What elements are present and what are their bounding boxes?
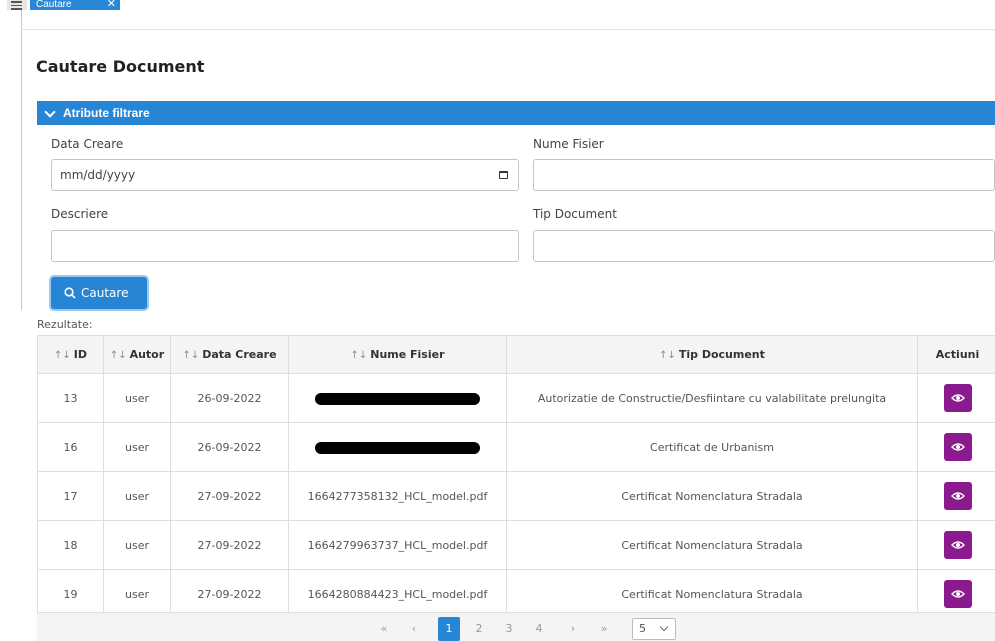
calendar-icon[interactable] <box>499 171 508 179</box>
sort-icon: ↑↓ <box>109 350 127 361</box>
descriere-label: Descriere <box>51 207 109 221</box>
column-header-data-creare[interactable]: ↑↓ Data Creare <box>170 335 289 374</box>
table-row: 16 user 26-09-2022 Certificat de Urbanis… <box>37 422 995 472</box>
cell-tip-document: Certificat de Urbanism <box>506 422 918 472</box>
filter-panel-header[interactable]: Atribute filtrare <box>37 101 995 125</box>
cell-tip-document: Certificat Nomenclatura Stradala <box>506 520 918 570</box>
tip-document-label: Tip Document <box>533 207 617 221</box>
page-1-button[interactable]: 1 <box>438 617 460 641</box>
close-icon[interactable]: ✕ <box>107 0 116 10</box>
eye-icon <box>950 443 965 451</box>
cell-actiuni <box>917 422 995 472</box>
column-header-actiuni: Actiuni <box>917 335 995 374</box>
search-button[interactable]: Cautare <box>51 277 147 309</box>
cell-actiuni <box>917 520 995 570</box>
view-button[interactable] <box>943 580 972 608</box>
eye-icon <box>950 394 965 402</box>
chevron-down-icon <box>659 622 669 632</box>
next-page-button[interactable]: › <box>562 622 584 635</box>
column-header-nume-fisier[interactable]: ↑↓ Nume Fisier <box>288 335 507 374</box>
sort-icon: ↑↓ <box>350 350 368 361</box>
view-button[interactable] <box>943 531 972 559</box>
redacted-filename <box>315 441 480 454</box>
tab-label: Cautare <box>36 0 72 10</box>
page-4-button[interactable]: 4 <box>528 622 550 635</box>
cell-tip-document: Autorizatie de Constructie/Desfiintare c… <box>506 373 918 423</box>
page-2-button[interactable]: 2 <box>468 622 490 635</box>
rows-per-page-select[interactable]: 5 <box>632 618 676 640</box>
nume-fisier-label: Nume Fisier <box>533 137 604 151</box>
cell-autor: user <box>103 373 171 423</box>
frame-divider <box>21 29 995 30</box>
cell-data-creare: 27-09-2022 <box>170 471 289 521</box>
descriere-input[interactable] <box>51 230 519 262</box>
view-button[interactable] <box>943 384 972 412</box>
cell-nume-fisier <box>288 373 507 423</box>
table-row: 13 user 26-09-2022 Autorizatie de Constr… <box>37 373 995 423</box>
chevron-down-icon <box>44 106 56 118</box>
sort-icon: ↑↓ <box>54 350 71 361</box>
view-button[interactable] <box>943 482 972 510</box>
last-page-button[interactable]: » <box>593 622 615 635</box>
cell-id: 18 <box>37 520 104 570</box>
cell-id: 16 <box>37 422 104 472</box>
results-label: Rezultate: <box>37 318 93 331</box>
cell-nume-fisier: 1664277358132_HCL_model.pdf <box>288 471 507 521</box>
column-header-tip-document[interactable]: ↑↓ Tip Document <box>506 335 918 374</box>
page-3-button[interactable]: 3 <box>498 622 520 635</box>
eye-icon <box>950 492 965 500</box>
cell-data-creare: 26-09-2022 <box>170 373 289 423</box>
redacted-filename <box>315 392 480 405</box>
cell-autor: user <box>103 520 171 570</box>
eye-icon <box>950 590 965 598</box>
first-page-button[interactable]: « <box>373 622 395 635</box>
filter-panel-title: Atribute filtrare <box>63 106 150 120</box>
rows-per-page-value: 5 <box>639 622 646 635</box>
cell-autor: user <box>103 422 171 472</box>
cell-data-creare: 27-09-2022 <box>170 520 289 570</box>
tab-bar: Cautare ✕ <box>0 0 995 10</box>
cell-id: 17 <box>37 471 104 521</box>
cell-nume-fisier <box>288 422 507 472</box>
data-creare-label: Data Creare <box>51 137 124 151</box>
cell-autor: user <box>103 471 171 521</box>
sort-icon: ↑↓ <box>182 350 200 361</box>
page-title: Cautare Document <box>36 57 205 76</box>
cell-tip-document: Certificat Nomenclatura Stradala <box>506 471 918 521</box>
view-button[interactable] <box>943 433 972 461</box>
sort-icon: ↑↓ <box>659 350 676 361</box>
nume-fisier-input[interactable] <box>533 159 995 191</box>
prev-page-button[interactable]: ‹ <box>403 622 425 635</box>
search-button-label: Cautare <box>81 286 129 300</box>
table-row: 17 user 27-09-2022 1664277358132_HCL_mod… <box>37 471 995 521</box>
column-header-autor[interactable]: ↑↓ Autor <box>103 335 171 374</box>
results-table: ↑↓ ID ↑↓ Autor ↑↓ Data Creare ↑↓ Nume Fisier… <box>37 335 995 619</box>
data-creare-input[interactable]: mm/dd/yyyy <box>51 159 519 191</box>
menu-icon[interactable] <box>7 0 27 10</box>
pagination: « ‹ 1 2 3 4 › » 5 <box>37 612 995 641</box>
column-header-id[interactable]: ↑↓ ID <box>37 335 104 374</box>
cell-nume-fisier: 1664279963737_HCL_model.pdf <box>288 520 507 570</box>
cell-data-creare: 26-09-2022 <box>170 422 289 472</box>
cell-actiuni <box>917 471 995 521</box>
table-row: 18 user 27-09-2022 1664279963737_HCL_mod… <box>37 520 995 570</box>
data-creare-placeholder: mm/dd/yyyy <box>60 168 136 182</box>
tip-document-input[interactable] <box>533 230 995 262</box>
table-header-row: ↑↓ ID ↑↓ Autor ↑↓ Data Creare ↑↓ Nume Fisier… <box>37 335 995 374</box>
cell-id: 13 <box>37 373 104 423</box>
search-icon <box>64 287 76 299</box>
tab-cautare[interactable]: Cautare ✕ <box>30 0 120 10</box>
eye-icon <box>950 541 965 549</box>
frame-border <box>21 10 22 310</box>
cell-actiuni <box>917 373 995 423</box>
